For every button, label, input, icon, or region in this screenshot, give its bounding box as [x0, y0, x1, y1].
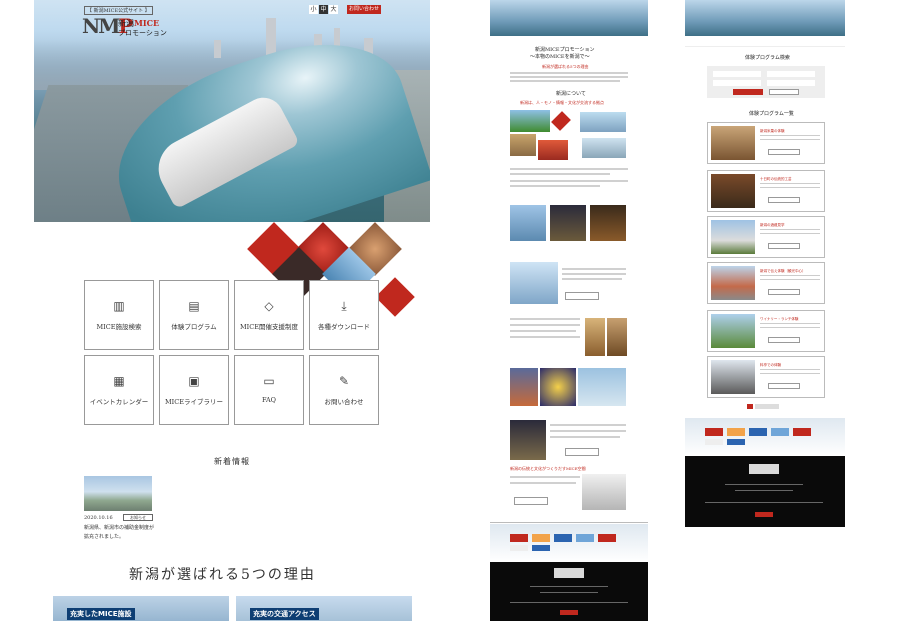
news-category-badge: お知らせ [123, 514, 153, 521]
library-icon: ▣ [188, 374, 200, 388]
font-size-medium-button[interactable]: 中 [319, 5, 328, 14]
pagination-current[interactable] [747, 404, 753, 409]
logo-subtitle: プロモーション [118, 29, 167, 37]
news-text[interactable]: 新潟県、新潟市の補助金制度が拡充されました。 [84, 524, 154, 542]
pagination[interactable] [755, 404, 779, 409]
site-logo[interactable]: 【 新潟MICE公式サイト 】 NMP 新潟MICE プロモーション [80, 6, 176, 38]
about-title-line2: 〜本物のMICEを新潟で〜 [530, 54, 590, 60]
handshake-icon: ◇ [264, 299, 274, 313]
font-size-small-button[interactable]: 小 [309, 5, 318, 14]
program-header-image [685, 0, 845, 36]
about-section-heading: 新潟について [556, 91, 586, 97]
menu-experience-program[interactable]: ▤ 体験プログラム [159, 280, 229, 350]
faq-icon: ▭ [263, 374, 275, 388]
program-footer [685, 456, 845, 527]
about-red-link[interactable]: 新潟の伝統と文化がつくりだすMICE空間 [510, 466, 586, 472]
menu-downloads[interactable]: ⤓ 各種ダウンロード [309, 280, 379, 350]
main-page: 【 新潟MICE公式サイト 】 NMP 新潟MICE プロモーション 小 中 大… [34, 0, 430, 621]
menu-support-system[interactable]: ◇ MICE開催支援制度 [234, 280, 304, 350]
program-card[interactable]: 十日町の伝統的工芸 [707, 170, 825, 212]
program-card[interactable]: 料亭での体験 [707, 356, 825, 398]
menu-contact[interactable]: ✎ お問い合わせ [309, 355, 379, 425]
program-card[interactable]: ワイナリー・ランチ体験 [707, 310, 825, 352]
reason-card-access[interactable]: 充実の交通アクセス [236, 596, 412, 621]
program-search-form[interactable] [707, 66, 825, 98]
about-page-thumbnail[interactable]: 新潟MICEプロモーション 〜本物のMICEを新潟で〜 新潟が選ばれる5つの理由… [490, 0, 648, 621]
red-small-diamond [375, 277, 415, 317]
program-list-heading: 体験プログラム一覧 [749, 111, 794, 117]
header-contact-button[interactable]: お問い合わせ [347, 5, 381, 14]
program-page-thumbnail[interactable]: 体験プログラム検索 体験プログラム一覧 新潟米菓の体験 十日町の伝統的工芸 新潟… [685, 0, 845, 527]
menu-event-calendar[interactable]: ▦ イベントカレンダー [84, 355, 154, 425]
program-card[interactable]: 新潟米菓の体験 [707, 122, 825, 164]
download-icon: ⤓ [341, 299, 347, 313]
calendar-icon: ▦ [113, 374, 125, 388]
font-size-large-button[interactable]: 大 [329, 5, 338, 14]
news-heading: 新着情報 [214, 457, 250, 466]
program-search-button[interactable] [733, 89, 763, 95]
about-title-line1: 新潟MICEプロモーション [535, 47, 595, 53]
about-footer [490, 562, 648, 621]
program-sponsor-banner [685, 418, 845, 456]
menu-faq[interactable]: ▭ FAQ [234, 355, 304, 425]
program-card[interactable]: 新潟で伝え体験（観光中心） [707, 262, 825, 304]
news-thumbnail[interactable] [84, 476, 152, 511]
menu-facility-search[interactable]: ▥ MICE施設検索 [84, 280, 154, 350]
program-icon: ▤ [188, 299, 200, 313]
reason-card-facility[interactable]: 充実したMICE施設 [53, 596, 229, 621]
menu-library[interactable]: ▣ MICEライブラリー [159, 355, 229, 425]
reasons-heading: 新潟が選ばれる5つの理由 [129, 567, 316, 583]
building-icon: ▥ [113, 299, 125, 313]
news-date: 2020.10.16 [84, 515, 113, 521]
program-search-heading: 体験プログラム検索 [745, 55, 790, 61]
about-header-image [490, 0, 648, 36]
about-sponsor-banner [490, 524, 648, 562]
about-red-heading: 新潟が選ばれる5つの理由 [542, 64, 589, 69]
about-red-caption: 新潟は、人・モノ・情報・文化が交流する拠点 [520, 100, 604, 105]
program-card[interactable]: 新潟の酒蔵見学 [707, 216, 825, 258]
contact-icon: ✎ [338, 374, 350, 388]
